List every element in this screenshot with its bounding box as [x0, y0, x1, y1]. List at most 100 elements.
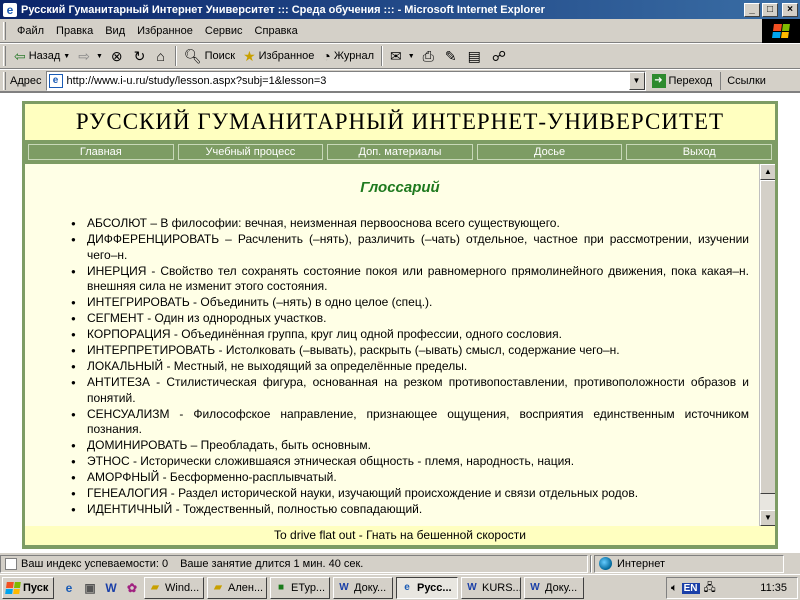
menu-edit[interactable]: Правка [50, 25, 99, 37]
edit-button[interactable]: ✎ [441, 45, 464, 67]
search-icon: 🔍︎ [183, 48, 202, 64]
back-arrow-icon: ⇦ [14, 48, 26, 64]
address-grip [3, 71, 6, 90]
app-icon: ■ [277, 581, 285, 593]
taskbar-item-russ[interactable]: e Русс... [396, 576, 458, 599]
taskbar-item-alen[interactable]: ▰ Ален... [207, 576, 267, 599]
messenger-button[interactable]: ☍ [488, 45, 513, 67]
maximize-button[interactable]: □ [762, 2, 778, 17]
glossary-item: ИНЕРЦИЯ - Свойство тел сохранять состоян… [71, 264, 749, 295]
globe-icon [599, 557, 612, 570]
history-icon: ◔ [322, 48, 331, 64]
nav-study[interactable]: Учебный процесс [177, 144, 324, 160]
nav-materials[interactable]: Доп. материалы [327, 144, 473, 160]
forward-arrow-icon: ⇨ [78, 48, 90, 64]
taskbar-item-doc1[interactable]: W Доку... [333, 576, 393, 599]
home-button[interactable]: ⌂ [152, 45, 171, 67]
volume-icon[interactable]: 🔈︎ [671, 582, 678, 595]
ie-icon: e [3, 2, 17, 17]
print-icon: ⎙ [422, 48, 434, 64]
security-zone: Интернет [594, 554, 784, 573]
status-text-panel: Ваш индекс успеваемости: 0 Ваше занятие … [0, 554, 588, 573]
print-button[interactable]: ⎙ [419, 45, 441, 67]
favorites-icon: ★ [243, 48, 256, 64]
word-icon: W [467, 581, 477, 593]
folder-icon: ▰ [151, 581, 159, 593]
taskbar-item-kurs[interactable]: W KURS... [461, 576, 521, 599]
discuss-button[interactable]: ▤ [464, 45, 488, 67]
clock[interactable]: 11:35 [760, 582, 787, 594]
discuss-icon: ▤ [467, 48, 481, 64]
taskbar-item-etur[interactable]: ■ ЕТур... [270, 576, 330, 599]
history-button[interactable]: ◔ Журнал [318, 45, 378, 67]
mail-icon: ✉ [390, 48, 402, 64]
glossary-item: ЭТНОС - Исторически сложившаяся этническ… [71, 454, 749, 470]
university-banner: РУССКИЙ ГУМАНИТАРНЫЙ ИНТЕРНЕТ-УНИВЕРСИТЕ… [25, 104, 775, 142]
taskbar-item-windows[interactable]: ▰ Wind... [144, 576, 204, 599]
favorites-button[interactable]: ★ Избранное [239, 45, 318, 67]
lesson-content: Глоссарий АБСОЛЮТ – В философии: вечная,… [25, 164, 775, 526]
back-label: Назад [28, 50, 61, 62]
network-icon[interactable]: 🖧︎ [704, 579, 716, 598]
menu-favorites[interactable]: Избранное [131, 25, 199, 37]
desktop-launch-icon[interactable]: ▣ [81, 579, 99, 597]
address-input[interactable] [66, 74, 629, 87]
edit-icon: ✎ [444, 48, 457, 64]
menu-tools[interactable]: Сервис [199, 25, 249, 37]
content-scrollbar[interactable]: ▲ ▼ [759, 164, 775, 526]
nav-dossier[interactable]: Досье [476, 144, 623, 160]
toolbar-separator [174, 46, 177, 66]
glossary-list: АБСОЛЮТ – В философии: вечная, неизменна… [25, 216, 775, 518]
forward-button[interactable]: ⇨ ▼ [74, 45, 107, 67]
back-button[interactable]: ⇦ Назад ▼ [10, 45, 74, 67]
toolbar-separator [381, 46, 383, 66]
ie-icon: e [404, 581, 410, 593]
app-launch-icon[interactable]: ✿ [123, 579, 141, 597]
minimize-button[interactable]: _ [744, 2, 760, 17]
lesson-duration-text: Ваше занятие длится 1 мин. 40 сек. [180, 557, 364, 570]
taskbar-item-doc2[interactable]: W Доку... [524, 576, 584, 599]
go-label: Переход [668, 74, 713, 87]
menu-view[interactable]: Вид [99, 25, 131, 37]
language-indicator[interactable]: EN [681, 582, 700, 594]
title-bar: e Русский Гуманитарный Интернет Универси… [0, 0, 800, 19]
status-divider [590, 554, 592, 573]
nav-home[interactable]: Главная [28, 144, 174, 160]
menu-grip [3, 21, 6, 40]
menu-help[interactable]: Справка [249, 25, 304, 37]
folder-icon: ▰ [214, 581, 222, 593]
word-launch-icon[interactable]: W [102, 579, 120, 597]
glossary-item: ИНТЕГРИРОВАТЬ - Объединить (–нять) в одн… [71, 295, 749, 311]
toolbar-grip [3, 46, 6, 66]
glossary-item: ДОМИНИРОВАТЬ – Преобладать, быть основны… [71, 438, 749, 454]
nav-exit[interactable]: Выход [626, 144, 772, 160]
refresh-button[interactable]: ↻ [130, 45, 153, 67]
scroll-down-icon[interactable]: ▼ [760, 510, 775, 526]
search-button[interactable]: 🔍︎ Поиск [180, 45, 239, 67]
menu-file[interactable]: Файл [11, 25, 50, 37]
history-label: Журнал [333, 50, 374, 62]
chevron-down-icon[interactable]: ▼ [96, 53, 103, 60]
address-dropdown-button[interactable]: ▼ [628, 71, 645, 90]
stop-button[interactable]: ⊗ [107, 45, 130, 67]
windows-flag-icon [5, 581, 21, 594]
address-label: Адрес [10, 74, 42, 87]
go-arrow-icon: ➜ [651, 73, 666, 88]
address-field[interactable]: e ▼ [45, 70, 646, 91]
search-label: Поиск [204, 50, 236, 62]
page-frame: РУССКИЙ ГУМАНИТАРНЫЙ ИНТЕРНЕТ-УНИВЕРСИТЕ… [22, 101, 778, 549]
chevron-down-icon[interactable]: ▼ [63, 53, 70, 60]
window-title: Русский Гуманитарный Интернет Университе… [21, 3, 545, 16]
go-button[interactable]: ➜ Переход [651, 73, 713, 88]
close-button[interactable]: × [782, 2, 798, 17]
windows-logo-icon [762, 19, 800, 43]
links-button[interactable]: Ссылки [720, 71, 766, 90]
chevron-down-icon[interactable]: ▼ [408, 53, 415, 60]
status-bar: Ваш индекс успеваемости: 0 Ваше занятие … [0, 552, 800, 574]
mail-button[interactable]: ✉ ▼ [386, 45, 419, 67]
quick-launch: e ▣ W ✿ [60, 579, 141, 597]
scroll-up-icon[interactable]: ▲ [760, 164, 775, 180]
ie-launch-icon[interactable]: e [60, 579, 78, 597]
start-button[interactable]: Пуск [2, 576, 54, 599]
scroll-thumb[interactable] [760, 180, 775, 494]
